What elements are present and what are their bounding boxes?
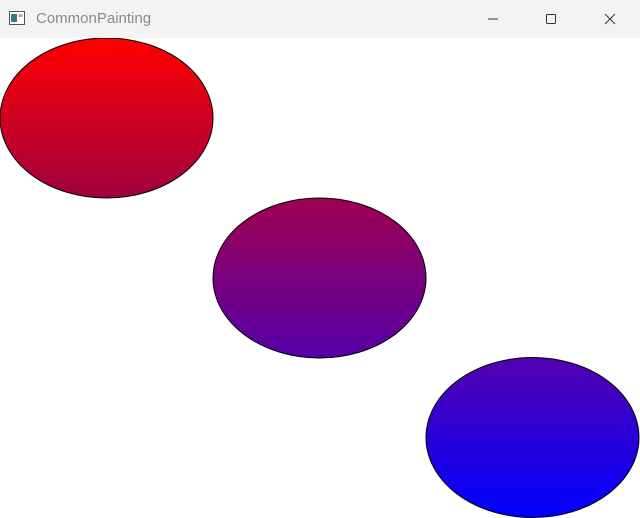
close-button[interactable] [587, 0, 633, 38]
painting-canvas [0, 38, 640, 518]
ellipse-center [212, 197, 427, 359]
app-window: CommonPainting [0, 0, 640, 518]
maximize-icon [546, 14, 556, 24]
title-bar[interactable]: CommonPainting [0, 0, 640, 38]
close-icon [604, 13, 616, 25]
maximize-button[interactable] [528, 0, 574, 38]
minimize-button[interactable] [470, 0, 516, 38]
window-title: CommonPainting [36, 10, 152, 27]
minimize-icon [488, 18, 498, 20]
ellipse-bottom-right [425, 357, 640, 518]
ellipse-top-left [0, 38, 214, 199]
window-app-icon [9, 11, 25, 25]
